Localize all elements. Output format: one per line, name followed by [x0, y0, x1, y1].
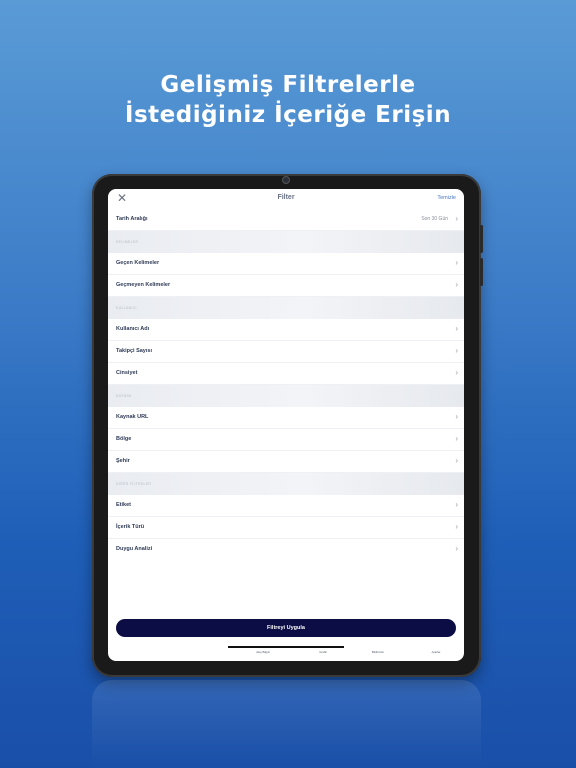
headline-line-2: İstediğiniz İçeriğe Erişin [124, 102, 452, 128]
filter-row[interactable]: İçerik Türü › [108, 517, 464, 539]
section-header: DİĞER FİLTRELER [108, 473, 464, 495]
chevron-right-icon: › [455, 324, 458, 333]
section-label: KAYNAK [116, 394, 132, 398]
section-header: KAYNAK [108, 385, 464, 407]
filter-row-label: Şehir [116, 458, 130, 464]
filter-row-label: Cinsiyet [116, 370, 138, 376]
chevron-right-icon: › [455, 456, 458, 465]
filter-row[interactable]: Duygu Analizi › [108, 539, 464, 560]
filter-row[interactable]: Cinsiyet › [108, 363, 464, 385]
headline-line-1: Gelişmiş Filtrelerle [160, 72, 416, 98]
filter-row-label: Tarih Aralığı [116, 216, 148, 222]
home-indicator [228, 646, 344, 648]
filter-list: Tarih Aralığı Son 30 Gün › KELİMELER Geç… [108, 209, 464, 560]
filter-row-label: Bölge [116, 436, 132, 442]
filter-row[interactable]: Kullanıcı Adı › [108, 319, 464, 341]
filter-row[interactable]: Geçen Kelimeler › [108, 253, 464, 275]
volume-button [480, 258, 483, 286]
volume-button [480, 225, 483, 253]
filter-row[interactable]: Kaynak URL › [108, 407, 464, 429]
headline: Gelişmiş Filtrelerle İstediğiniz İçeriğe… [0, 70, 576, 130]
tablet-reflection [92, 680, 481, 768]
chevron-right-icon: › [455, 346, 458, 355]
chevron-right-icon: › [455, 412, 458, 421]
filter-row-label: Geçen Kelimeler [116, 260, 160, 266]
section-label: KULLANICI [116, 306, 137, 310]
section-header: KELİMELER [108, 231, 464, 253]
chevron-right-icon: › [455, 544, 458, 553]
filter-row-label: Etiket [116, 502, 131, 508]
chevron-right-icon: › [455, 258, 458, 267]
chevron-right-icon: › [455, 500, 458, 509]
chevron-right-icon: › [455, 280, 458, 289]
app-screen: ✕ Filter Temizle Tarih Aralığı Son 30 Gü… [108, 189, 464, 661]
section-label: DİĞER FİLTRELER [116, 482, 152, 486]
filter-row[interactable]: Bölge › [108, 429, 464, 451]
chevron-right-icon: › [455, 368, 458, 377]
page-title: Filter [277, 194, 295, 201]
chevron-right-icon: › [455, 522, 458, 531]
camera-icon [282, 176, 290, 184]
section-header: KULLANICI [108, 297, 464, 319]
filter-row[interactable]: Etiket › [108, 495, 464, 517]
tab-item[interactable]: Akış Bilgisi [248, 650, 278, 654]
apply-filter-button[interactable]: Filtreyi Uygula [116, 619, 456, 637]
filter-row-label: Duygu Analizi [116, 546, 153, 552]
filter-row-label: İçerik Türü [116, 524, 145, 530]
tab-bar: Akış Bilgisi Grafik Bildirimler Ayarlar [108, 642, 464, 661]
top-bar: ✕ Filter Temizle [108, 189, 464, 209]
tab-item[interactable]: Bildirimler [363, 650, 393, 654]
tab-item[interactable]: Ayarlar [423, 650, 449, 654]
filter-row-label: Takipçi Sayısı [116, 348, 152, 354]
filter-row[interactable]: Şehir › [108, 451, 464, 473]
tab-item[interactable]: Grafik [308, 650, 338, 654]
chevron-right-icon: › [455, 214, 458, 223]
filter-row-date[interactable]: Tarih Aralığı Son 30 Gün › [108, 209, 464, 231]
filter-row-label: Geçmeyen Kelimeler [116, 282, 171, 288]
filter-row-label: Kullanıcı Adı [116, 326, 150, 332]
filter-row[interactable]: Geçmeyen Kelimeler › [108, 275, 464, 297]
filter-row[interactable]: Takipçi Sayısı › [108, 341, 464, 363]
clear-button[interactable]: Temizle [437, 195, 456, 201]
section-label: KELİMELER [116, 240, 139, 244]
chevron-right-icon: › [455, 434, 458, 443]
filter-row-label: Kaynak URL [116, 414, 149, 420]
filter-row-value: Son 30 Gün [421, 216, 448, 222]
